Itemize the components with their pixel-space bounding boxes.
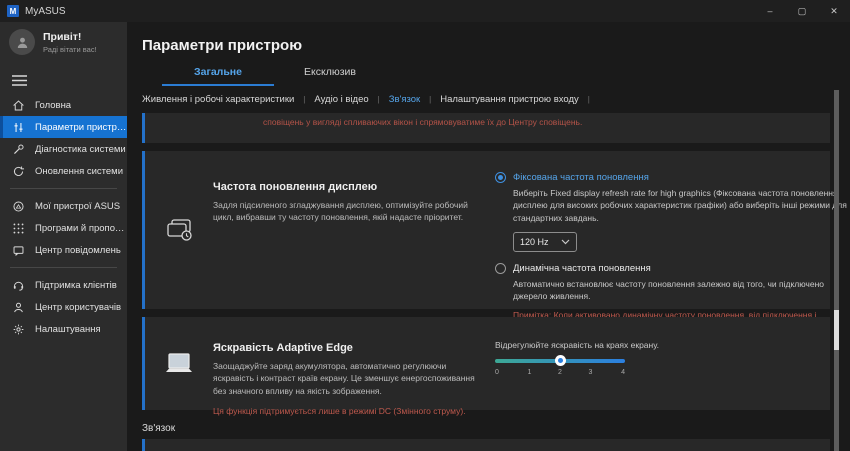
subtab-bar: Живлення і робочі характеристики | Аудіо… [142, 94, 850, 105]
fixed-refresh-option[interactable]: Фіксована частота поновлення [495, 172, 850, 183]
refresh-rate-value: 120 Hz [520, 237, 549, 247]
sidebar-item-user-center[interactable]: Центр користувачів [0, 296, 127, 318]
radio-selected-icon [495, 172, 506, 183]
window-title: MyASUS [25, 6, 66, 17]
menu-toggle-button[interactable] [12, 75, 28, 86]
person-icon [15, 35, 30, 50]
subtab-separator: | [429, 95, 431, 104]
notifications-partial-text: сповіщень у вигляді спливаючих вікон і с… [263, 117, 582, 127]
fixed-refresh-description: Виберіть Fixed display refresh rate for … [513, 187, 850, 224]
close-button[interactable]: ✕ [818, 0, 850, 22]
sidebar-item-device-settings[interactable]: Параметри пристрою [0, 116, 127, 138]
system-update-icon [12, 165, 25, 178]
edge-brightness-slider-label: Відрегулюйте яскравість на краях екрану. [495, 340, 830, 350]
minimize-button[interactable]: – [754, 0, 786, 22]
device-settings-icon [12, 121, 25, 134]
diagnostics-icon [12, 143, 25, 156]
sidebar-item-customer-support[interactable]: Підтримка клієнтів [0, 274, 127, 296]
tab-general[interactable]: Загальне [162, 66, 274, 86]
edge-brightness-slider[interactable]: 0 1 2 3 4 [495, 359, 625, 376]
subtab-separator: | [303, 95, 305, 104]
my-devices-icon [12, 200, 25, 213]
slider-handle[interactable] [555, 355, 566, 366]
sidebar-item-my-devices[interactable]: Мої пристрої ASUS [0, 195, 127, 217]
page-title: Параметри пристрою [142, 37, 850, 54]
slider-ticks: 0 1 2 3 4 [495, 369, 625, 376]
laptop-icon [162, 352, 196, 376]
subtab-power[interactable]: Живлення і робочі характеристики [142, 94, 294, 105]
main-content: Параметри пристрою Загальне Ексклюзив Жи… [127, 22, 850, 451]
greeting-title: Привіт! [43, 31, 97, 43]
adaptive-section-note: Ця функція підтримується лише в режимі D… [213, 405, 483, 417]
chevron-down-icon [561, 239, 570, 245]
connectivity-section-header: Зв'язок [142, 423, 830, 434]
settings-gear-icon [12, 323, 25, 336]
sidebar-item-settings[interactable]: Налаштування [0, 318, 127, 340]
hamburger-icon [12, 75, 27, 86]
radio-unselected-icon [495, 263, 506, 274]
adaptive-edge-card: Яскравість Adaptive Edge Заощаджуйте зар… [142, 317, 830, 410]
subtab-input-device[interactable]: Налаштування пристрою входу [440, 94, 579, 105]
sidebar-item-diagnostics[interactable]: Діагностика системи [0, 138, 127, 160]
refresh-rate-card: Частота поновлення дисплею Задля підсиле… [142, 151, 830, 309]
maximize-button[interactable]: ▢ [786, 0, 818, 22]
display-refresh-icon [164, 217, 194, 243]
sidebar-nav: Головна Параметри пристрою Діагностика с… [0, 94, 127, 340]
sidebar-divider [10, 267, 117, 268]
subtab-separator: | [378, 95, 380, 104]
scrollbar-thumb[interactable] [834, 310, 839, 350]
subtab-separator: | [588, 95, 590, 104]
refresh-section-title: Частота поновлення дисплею [213, 181, 483, 193]
refresh-rate-select[interactable]: 120 Hz [513, 232, 577, 252]
slider-track[interactable] [495, 359, 625, 363]
subtab-connectivity[interactable]: Зв'язок [389, 94, 420, 105]
greeting-subtitle: Раді вітати вас! [43, 45, 97, 54]
home-icon [12, 99, 25, 112]
refresh-section-description: Задля підсиленого згладжування дисплею, … [213, 199, 483, 224]
vertical-scrollbar[interactable] [834, 90, 839, 451]
sidebar-item-message-center[interactable]: Центр повідомлень [0, 239, 127, 261]
tab-exclusive[interactable]: Ексклюзив [274, 66, 386, 86]
adaptive-section-title: Яскравість Adaptive Edge [213, 342, 483, 354]
tab-bar: Загальне Ексклюзив [162, 66, 850, 86]
user-center-icon [12, 301, 25, 314]
notifications-card-partial: сповіщень у вигляді спливаючих вікон і с… [142, 113, 830, 143]
sidebar-item-system-update[interactable]: Оновлення системи [0, 160, 127, 182]
fixed-refresh-label: Фіксована частота поновлення [513, 172, 649, 183]
dynamic-refresh-option[interactable]: Динамічна частота поновлення [495, 263, 850, 274]
myasus-logo-icon: M [7, 5, 19, 17]
settings-card-list: сповіщень у вигляді спливаючих вікон і с… [142, 113, 830, 451]
dynamic-refresh-description: Автоматично встановлює частоту поновленн… [513, 278, 850, 303]
sidebar-divider [10, 188, 117, 189]
sidebar-item-home[interactable]: Головна [0, 94, 127, 116]
sidebar: Привіт! Раді вітати вас! Головна Парамет… [0, 22, 127, 451]
adaptive-section-description: Заощаджуйте заряд акумулятора, автоматич… [213, 360, 483, 397]
messages-icon [12, 244, 25, 257]
support-icon [12, 279, 25, 292]
apps-icon [12, 222, 25, 235]
user-greeting: Привіт! Раді вітати вас! [9, 29, 127, 55]
connectivity-card-partial [142, 439, 830, 451]
titlebar: M MyASUS – ▢ ✕ [0, 0, 850, 22]
dynamic-refresh-label: Динамічна частота поновлення [513, 263, 651, 274]
subtab-audio-video[interactable]: Аудіо і відео [314, 94, 368, 105]
avatar[interactable] [9, 29, 35, 55]
sidebar-item-apps-offers[interactable]: Програми й пропозиції від... [0, 217, 127, 239]
